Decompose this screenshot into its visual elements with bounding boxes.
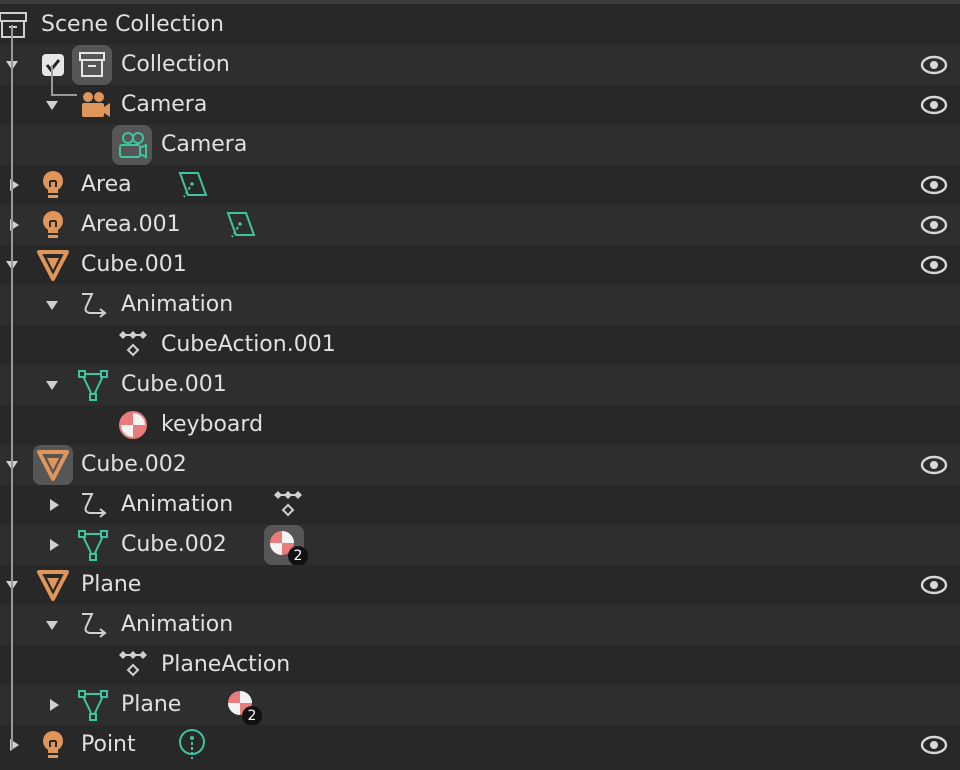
tree-item-label: Area.001 [81, 212, 181, 237]
point-light-data-icon[interactable] [172, 725, 212, 765]
tree-item-label: Point [81, 732, 136, 757]
tree-row-area[interactable]: Area [0, 165, 960, 205]
tree-row-point[interactable]: Point [0, 725, 960, 765]
action-icon [113, 645, 153, 685]
expand-triangle-down-icon[interactable] [44, 297, 60, 313]
tree-item-label: Cube.001 [81, 252, 187, 277]
action-icon [113, 325, 153, 365]
tree-row-cube-002-mesh[interactable]: Cube.002 2 [0, 525, 960, 566]
camera-object-icon [74, 85, 114, 125]
material-icon [113, 405, 153, 445]
material-count-badge: 2 [242, 706, 262, 726]
hierarchy-line [11, 25, 13, 749]
tree-row-scene-collection[interactable]: Scene Collection [0, 5, 960, 45]
expand-triangle-right-icon[interactable] [6, 217, 22, 233]
tree-item-label: Cube.001 [121, 372, 227, 397]
tree-row-plane-mesh[interactable]: Plane 2 [0, 685, 960, 726]
tree-row-collection[interactable]: Collection [0, 45, 960, 85]
eye-icon[interactable] [916, 251, 952, 279]
hierarchy-line [51, 94, 77, 96]
eye-icon[interactable] [916, 571, 952, 599]
light-object-icon [33, 205, 73, 245]
tree-row-camera-data[interactable]: Camera [0, 125, 960, 165]
tree-item-label: Collection [121, 52, 230, 77]
tree-row-animation[interactable]: Animation [0, 485, 960, 525]
mesh-data-icon [73, 525, 113, 565]
tree-item-label: Animation [121, 492, 234, 517]
tree-row-cube-002[interactable]: Cube.002 [0, 445, 960, 485]
tree-row-animation[interactable]: Animation [0, 285, 960, 325]
mesh-object-icon [33, 445, 73, 485]
action-icon[interactable] [268, 485, 308, 525]
eye-icon[interactable] [916, 51, 952, 79]
exclude-checkbox[interactable] [42, 54, 64, 76]
tree-item-label: Camera [121, 92, 208, 117]
tree-item-label: PlaneAction [161, 652, 291, 677]
area-light-data-icon[interactable] [220, 205, 260, 245]
header-border [0, 0, 960, 4]
animation-icon [74, 605, 114, 645]
outliner-tree: Scene Collection Collection Camera Camer… [0, 5, 960, 770]
tree-row-camera-object[interactable]: Camera [0, 85, 960, 125]
tree-item-label: keyboard [161, 412, 264, 437]
tree-item-label: Camera [161, 132, 248, 157]
expand-triangle-down-icon[interactable] [44, 617, 60, 633]
tree-item-label: Plane [81, 572, 142, 597]
tree-item-label: CubeAction.001 [161, 332, 336, 357]
light-object-icon [33, 165, 73, 205]
tree-item-label: Area [81, 172, 132, 197]
tree-item-label: Cube.002 [81, 452, 187, 477]
mesh-object-icon [33, 245, 73, 285]
tree-item-label: Cube.002 [121, 532, 227, 557]
tree-row-cube-001-mesh[interactable]: Cube.001 [0, 365, 960, 405]
tree-row-cube-001[interactable]: Cube.001 [0, 245, 960, 285]
eye-icon[interactable] [916, 731, 952, 759]
mesh-data-icon [73, 685, 113, 725]
material-count-badge: 2 [288, 546, 308, 566]
tree-row-plane[interactable]: Plane [0, 565, 960, 605]
tree-item-label: Animation [121, 612, 234, 637]
expand-triangle-down-icon[interactable] [44, 377, 60, 393]
tree-item-label: Animation [121, 292, 234, 317]
animation-icon [74, 285, 114, 325]
tree-item-label: Plane [121, 692, 182, 717]
expand-triangle-right-icon[interactable] [46, 697, 62, 713]
eye-icon[interactable] [916, 211, 952, 239]
camera-data-icon [112, 125, 152, 165]
mesh-data-icon [73, 365, 113, 405]
expand-triangle-right-icon[interactable] [46, 537, 62, 553]
collection-icon [0, 5, 32, 45]
area-light-data-icon[interactable] [172, 165, 212, 205]
expand-triangle-right-icon[interactable] [6, 737, 22, 753]
tree-row-cube-action[interactable]: CubeAction.001 [0, 325, 960, 365]
tree-row-area-001[interactable]: Area.001 [0, 205, 960, 245]
eye-icon[interactable] [916, 91, 952, 119]
expand-triangle-down-icon[interactable] [44, 97, 60, 113]
tree-row-plane-action[interactable]: PlaneAction [0, 645, 960, 685]
collection-icon [72, 45, 112, 85]
scene-collection-label: Scene Collection [41, 12, 224, 37]
tree-row-animation[interactable]: Animation [0, 605, 960, 645]
light-object-icon [33, 725, 73, 765]
hierarchy-line [51, 65, 53, 95]
animation-icon [74, 485, 114, 525]
tree-row-material-keyboard[interactable]: keyboard [0, 405, 960, 445]
expand-triangle-right-icon[interactable] [46, 497, 62, 513]
expand-triangle-right-icon[interactable] [6, 177, 22, 193]
eye-icon[interactable] [916, 171, 952, 199]
eye-icon[interactable] [916, 451, 952, 479]
mesh-object-icon [33, 565, 73, 605]
